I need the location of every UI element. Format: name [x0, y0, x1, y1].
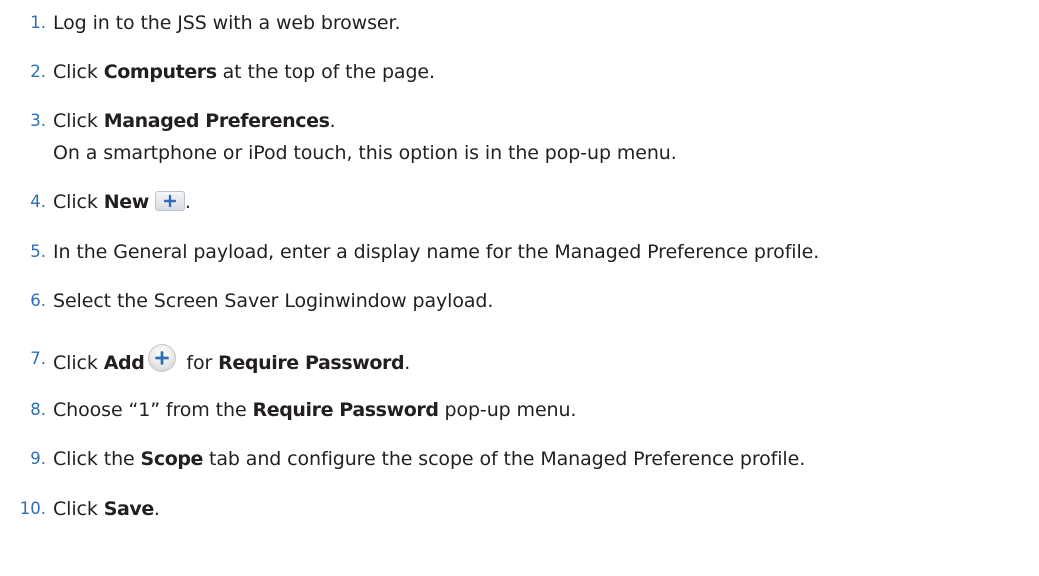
- step-number: 3.: [30, 111, 46, 130]
- step-number: 6.: [30, 291, 46, 310]
- step-number: 1.: [30, 13, 46, 32]
- step-text: In the General payload, enter a display …: [53, 241, 820, 263]
- new-button-icon: [154, 191, 185, 211]
- step-text: Choose “1” from the Require Password pop…: [53, 399, 577, 421]
- step-number: 8.: [30, 400, 46, 419]
- step-text: Click Add for Require Password.: [53, 344, 410, 378]
- step-text: Log in to the JSS with a web browser.: [53, 12, 401, 34]
- step-text: Click New.: [53, 191, 191, 213]
- ui-term-add: Add: [103, 352, 145, 374]
- step-number: 7.: [30, 349, 46, 368]
- step-number: 9.: [30, 449, 46, 468]
- add-button-icon: [148, 344, 177, 372]
- step-note: On a smartphone or iPod touch, this opti…: [53, 142, 677, 164]
- ui-term-require-password: Require Password: [218, 352, 405, 374]
- step-text: Click the Scope tab and configure the sc…: [53, 448, 806, 470]
- step-text: Click Computers at the top of the page.: [53, 61, 435, 83]
- step-text: Select the Screen Saver Loginwindow payl…: [53, 290, 494, 312]
- ui-term-scope: Scope: [140, 448, 204, 470]
- step-number: 5.: [30, 242, 46, 261]
- step-number: 4.: [30, 192, 46, 211]
- ui-term-new: New: [103, 191, 150, 213]
- ui-term-computers: Computers: [103, 61, 217, 83]
- ui-term-require-password: Require Password: [252, 399, 439, 421]
- ui-term-save: Save: [103, 498, 155, 520]
- ui-term-managed-preferences: Managed Preferences: [103, 110, 330, 132]
- step-number: 10.: [19, 499, 46, 518]
- step-text: Click Managed Preferences.: [53, 110, 336, 132]
- step-text: Click Save.: [53, 498, 160, 520]
- step-number: 2.: [30, 62, 46, 81]
